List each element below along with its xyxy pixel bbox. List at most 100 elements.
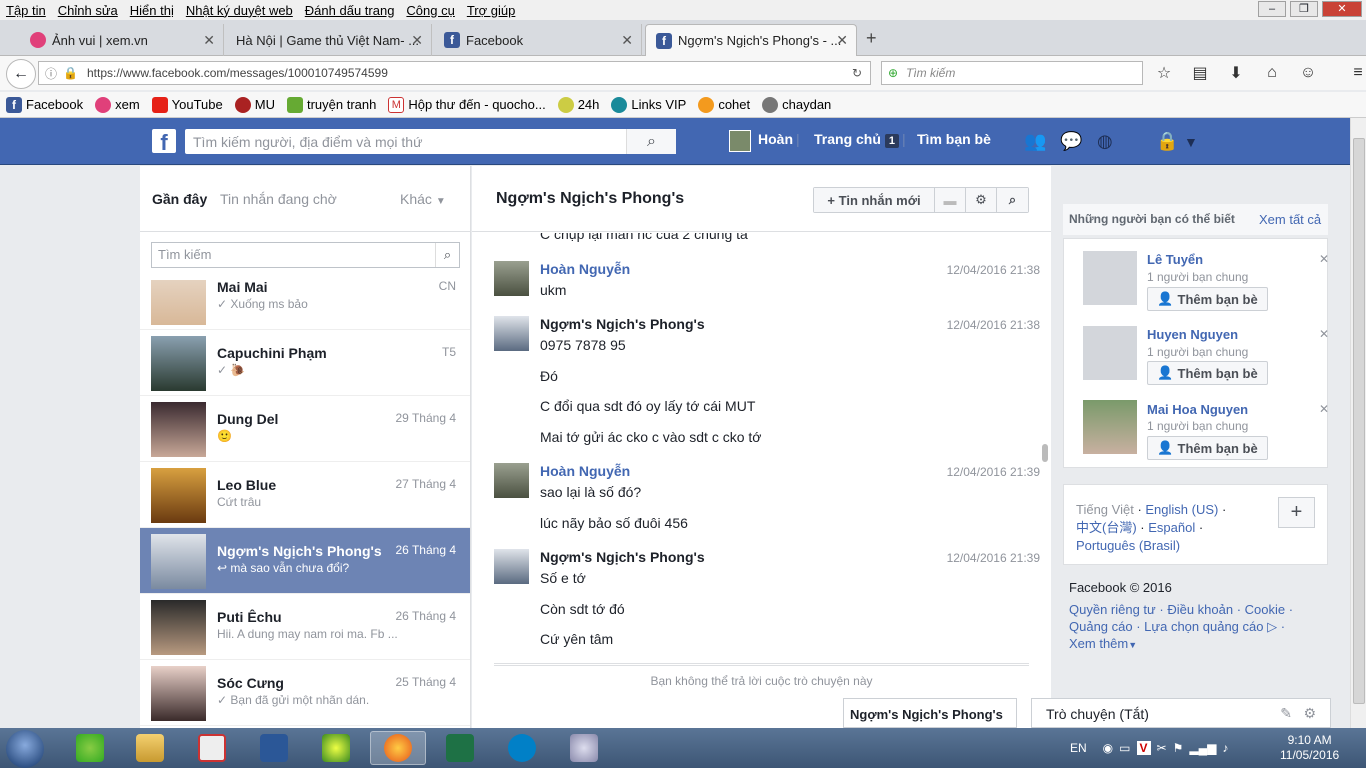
home-icon[interactable]: ⌂ bbox=[1258, 60, 1286, 86]
add-friend-button[interactable]: 👤 Thêm bạn bè bbox=[1147, 436, 1268, 460]
gear-icon[interactable]: ⚙ bbox=[966, 188, 997, 212]
facebook-logo-icon[interactable]: f bbox=[152, 129, 176, 155]
menu-edit[interactable]: Chỉnh sửa bbox=[52, 3, 124, 18]
add-friend-button[interactable]: 👤 Thêm bạn bè bbox=[1147, 361, 1268, 385]
antivirus-icon[interactable]: V bbox=[1136, 741, 1151, 755]
footer-link-terms[interactable]: Điều khoản bbox=[1167, 602, 1233, 617]
volume-icon[interactable]: ♪ bbox=[1222, 741, 1228, 755]
tab-game[interactable]: Hà Nội | Game thủ Việt Nam- ... ✕ bbox=[226, 24, 432, 56]
see-all-link[interactable]: Xem tất cả bbox=[1259, 212, 1321, 227]
taskbar-explorer[interactable] bbox=[122, 731, 178, 765]
facebook-search-input[interactable]: Tìm kiếm người, địa điểm và mọi thứ ⌕ bbox=[185, 129, 676, 154]
bookmark-24h[interactable]: 24h bbox=[557, 96, 599, 113]
close-tab-icon[interactable]: ✕ bbox=[411, 32, 423, 49]
list-item[interactable]: Capuchini Phạm T5 ✓ 🐌 bbox=[140, 330, 470, 396]
bookmark-xem[interactable]: xem bbox=[95, 96, 140, 113]
add-friend-button[interactable]: 👤 Thêm bạn bè bbox=[1147, 287, 1268, 311]
chat-tab-minimized[interactable]: Ngợm's Ngịch's Phong's bbox=[843, 698, 1017, 728]
mutual-friends[interactable]: 1 người bạn chung bbox=[1147, 270, 1248, 284]
taskbar-chat-app[interactable] bbox=[308, 731, 364, 765]
page-scrollbar[interactable] bbox=[1350, 118, 1366, 728]
bookmark-truyen-tranh[interactable]: truyện tranh bbox=[286, 96, 376, 113]
scrollbar-thumb[interactable] bbox=[1353, 138, 1365, 704]
reading-list-icon[interactable]: ▤ bbox=[1186, 60, 1214, 86]
zalo-tray-icon[interactable]: ◉ bbox=[1103, 741, 1113, 755]
bookmark-cohet[interactable]: cohet bbox=[698, 96, 750, 113]
sender-name[interactable]: Ngợm's Ngịch's Phong's bbox=[540, 549, 705, 565]
close-icon[interactable]: ✕ bbox=[1319, 402, 1329, 416]
language-indicator[interactable]: EN bbox=[1070, 741, 1087, 755]
suggestion-name[interactable]: Mai Hoa Nguyen bbox=[1147, 402, 1248, 417]
list-item[interactable]: Dung Del 29 Tháng 4 🙂 bbox=[140, 396, 470, 462]
tab-recent[interactable]: Gần đây bbox=[152, 191, 207, 207]
close-tab-icon[interactable]: ✕ bbox=[836, 32, 848, 49]
chat-sidebar-toggle[interactable]: Trò chuyện (Tắt) ✎ ⚙ bbox=[1031, 698, 1331, 728]
download-icon[interactable]: ⬇ bbox=[1222, 60, 1250, 86]
bookmark-links-vip[interactable]: Links VIP bbox=[611, 96, 686, 113]
suggestion-name[interactable]: Huyen Nguyen bbox=[1147, 327, 1238, 342]
reload-icon[interactable]: ↻ bbox=[852, 66, 862, 80]
list-item[interactable]: Puti Êchu 26 Tháng 4 Hii. A dung may nam… bbox=[140, 594, 470, 660]
bookmark-gmail[interactable]: M Hộp thư đến - quocho... bbox=[388, 96, 546, 113]
video-call-icon[interactable]: ▬ bbox=[935, 188, 966, 212]
new-tab-icon[interactable]: + bbox=[866, 28, 877, 49]
clock[interactable]: 9:10 AM 11/05/2016 bbox=[1280, 733, 1339, 763]
compose-icon[interactable]: ✎ bbox=[1280, 705, 1292, 722]
taskbar-coccoc[interactable] bbox=[62, 731, 118, 765]
footer-link-ad-choices[interactable]: Lựa chọn quảng cáo bbox=[1144, 619, 1263, 634]
add-language-button[interactable]: + bbox=[1278, 497, 1315, 528]
menu-view[interactable]: Hiển thị bbox=[124, 3, 180, 18]
avatar[interactable] bbox=[729, 130, 751, 152]
browser-search-input[interactable]: ⊕ Tìm kiếm bbox=[881, 61, 1143, 85]
tab-messages-active[interactable]: f Ngợm's Ngịch's Phong's - ... ✕ bbox=[645, 24, 857, 56]
taskbar-app[interactable] bbox=[184, 731, 240, 765]
footer-link-more[interactable]: Xem thêm bbox=[1069, 636, 1128, 651]
mutual-friends[interactable]: 1 người bạn chung bbox=[1147, 345, 1248, 359]
gear-icon[interactable]: ⚙ bbox=[1303, 705, 1316, 722]
list-item-selected[interactable]: Ngợm's Ngịch's Phong's 26 Tháng 4 ↩ mà s… bbox=[140, 528, 470, 594]
start-button[interactable] bbox=[6, 730, 44, 768]
suggestion-name[interactable]: Lê Tuyển bbox=[1147, 252, 1203, 267]
menu-bookmarks[interactable]: Đánh dấu trang bbox=[299, 3, 401, 18]
bookmark-chaydan[interactable]: chaydan bbox=[762, 96, 831, 113]
network-signal-icon[interactable]: ▂▄▆ bbox=[1189, 741, 1216, 755]
find-friends-link[interactable]: Tìm bạn bè bbox=[917, 131, 991, 147]
minimize-button[interactable]: – bbox=[1258, 1, 1286, 17]
search-icon[interactable]: ⌕ bbox=[626, 129, 676, 154]
friend-requests-icon[interactable]: 👥 bbox=[1024, 131, 1046, 152]
footer-link-cookie[interactable]: Cookie bbox=[1245, 602, 1285, 617]
menu-help[interactable]: Trợ giúp bbox=[461, 3, 522, 18]
url-bar[interactable]: ⓘ 🔒 https://www.facebook.com/messages/10… bbox=[38, 61, 871, 85]
list-item[interactable]: Mai Mai CN ✓ Xuống ms bảo bbox=[140, 280, 470, 330]
maximize-button[interactable]: ❐ bbox=[1290, 1, 1318, 17]
mutual-friends[interactable]: 1 người bạn chung bbox=[1147, 419, 1248, 433]
footer-link-ads[interactable]: Quảng cáo bbox=[1069, 619, 1133, 634]
sender-name[interactable]: Hoàn Nguyễn bbox=[540, 463, 630, 479]
thread-scrollbar[interactable] bbox=[1042, 444, 1048, 462]
taskbar-paint[interactable] bbox=[556, 731, 612, 765]
messages-icon[interactable]: 💬 bbox=[1060, 131, 1082, 152]
tab-xem[interactable]: Ảnh vui | xem.vn ✕ bbox=[20, 24, 224, 56]
sender-name[interactable]: Ngợm's Ngịch's Phong's bbox=[540, 316, 705, 332]
avatar[interactable] bbox=[1083, 400, 1137, 454]
notifications-globe-icon[interactable]: ◍ bbox=[1097, 131, 1113, 152]
monitor-icon[interactable]: ▭ bbox=[1119, 741, 1130, 755]
close-icon[interactable]: ✕ bbox=[1319, 252, 1329, 266]
tab-facebook[interactable]: f Facebook ✕ bbox=[434, 24, 642, 56]
taskbar-zalo[interactable] bbox=[494, 731, 550, 765]
bookmark-facebook[interactable]: f Facebook bbox=[6, 96, 83, 113]
language-link[interactable]: English (US) bbox=[1145, 502, 1218, 517]
chat-icon[interactable]: ☺ bbox=[1294, 60, 1322, 86]
bookmark-youtube[interactable]: YouTube bbox=[151, 96, 223, 113]
sender-name[interactable]: Hoàn Nguyễn bbox=[540, 261, 630, 277]
avatar[interactable] bbox=[1083, 326, 1137, 380]
flag-icon[interactable]: ⚑ bbox=[1173, 741, 1184, 755]
bookmark-mu[interactable]: MU bbox=[234, 96, 275, 113]
bookmark-star-icon[interactable]: ☆ bbox=[1150, 60, 1178, 86]
new-message-button[interactable]: + Tin nhắn mới bbox=[814, 188, 935, 212]
footer-link-privacy[interactable]: Quyền riêng tư bbox=[1069, 602, 1156, 617]
info-icon[interactable]: ⓘ bbox=[45, 65, 57, 82]
list-item[interactable]: Leo Blue 27 Tháng 4 Cứt trâu bbox=[140, 462, 470, 528]
taskbar-firefox[interactable] bbox=[370, 731, 426, 765]
list-item[interactable]: Sóc Cưng 25 Tháng 4 ✓ Bạn đã gửi một nhã… bbox=[140, 660, 470, 726]
